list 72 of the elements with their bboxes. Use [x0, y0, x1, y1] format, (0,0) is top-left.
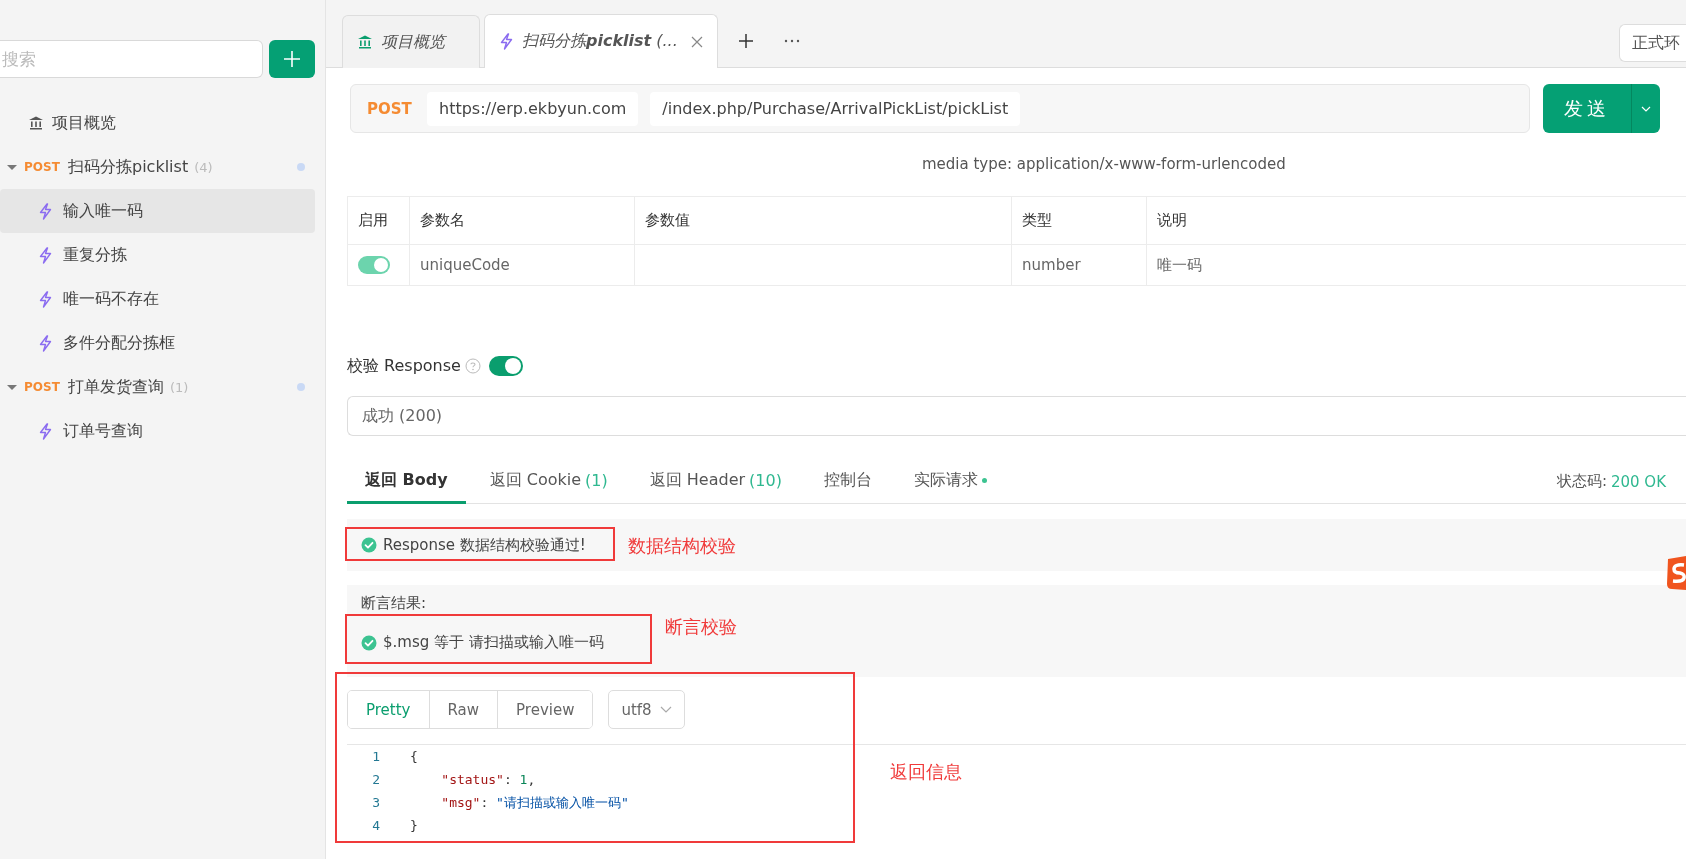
table-cell: uniqueCode — [410, 244, 635, 285]
line-number: 1 — [371, 749, 381, 764]
environment-select[interactable]: 正式环 — [1619, 24, 1686, 62]
lightning-icon — [38, 202, 53, 220]
column-header: 参数名 — [410, 197, 635, 244]
tree-item[interactable]: 项目概览 — [0, 101, 315, 145]
code-line: { — [410, 749, 418, 764]
item-count: (4) — [194, 159, 213, 175]
base-url-field[interactable]: https://erp.ekbyun.com — [427, 91, 639, 126]
toggle-switch[interactable] — [488, 356, 523, 376]
schema-check-text: Response 数据结构校验通过! — [383, 535, 586, 555]
item-count: (1) — [170, 379, 189, 395]
tab[interactable]: 返回 Body — [347, 460, 466, 504]
column-header: 说明 — [1147, 197, 1686, 244]
line-number: 4 — [371, 818, 381, 833]
search-field[interactable]: 搜索 — [0, 40, 264, 78]
status-dot — [297, 383, 305, 391]
help-icon — [464, 358, 481, 374]
lightning-icon — [38, 290, 53, 308]
column-header: 参数值 — [635, 197, 1012, 244]
assertion-title: 断言结果: — [361, 594, 427, 613]
assertion-text: $.msg 等于 请扫描或输入唯一码 — [383, 633, 604, 652]
validate-label: 校验 Response — [347, 355, 461, 377]
response-select[interactable]: 成功 (200) — [347, 396, 1686, 436]
code-line: "status": 1, — [440, 772, 536, 787]
tree-item[interactable]: 输入唯一码 — [0, 189, 315, 233]
tab[interactable]: 扫码分拣picklist (... — [484, 14, 718, 68]
lightning-icon — [38, 334, 53, 352]
status-label: 状态码: — [1556, 472, 1607, 491]
tab[interactable]: 返回 Header (10) — [631, 460, 800, 504]
close-icon — [691, 35, 703, 48]
tree-item[interactable]: 重复分拣 — [0, 233, 315, 277]
method-label: POST — [24, 160, 61, 174]
line-number: 3 — [371, 795, 381, 810]
media-type-text: media type: application/x-www-form-urlencoded — [922, 154, 1287, 175]
bank-icon — [28, 115, 44, 131]
tab[interactable]: 实际请求 — [895, 460, 1005, 504]
tab[interactable]: 返回 Cookie (1) — [471, 460, 626, 504]
tab[interactable]: 项目概览 — [342, 15, 480, 68]
path-field[interactable]: /index.php/Purchase/ArrivalPickList/pickList — [650, 91, 1021, 126]
line-number: 2 — [371, 772, 381, 787]
bank-icon — [357, 34, 373, 50]
chevron-down-icon — [1641, 105, 1651, 112]
code-line: } — [410, 818, 418, 833]
chevron-down-icon — [659, 706, 672, 713]
plus-icon — [282, 49, 303, 69]
method-label: POST — [24, 380, 61, 394]
status-dot — [297, 163, 305, 171]
add-button[interactable] — [269, 40, 315, 78]
lightning-icon — [38, 422, 53, 440]
status-value: 200 OK — [1610, 472, 1666, 491]
annotation-label: 断言校验 — [665, 615, 737, 639]
column-header: 启用 — [348, 197, 410, 244]
plus-icon — [738, 33, 754, 49]
tab[interactable]: 控制台 — [805, 460, 890, 504]
tree-item[interactable]: 多件分配分拣框 — [0, 321, 315, 365]
toggle-switch[interactable] — [358, 256, 390, 274]
more-icon — [784, 39, 800, 43]
lightning-icon — [38, 246, 53, 264]
folder-label[interactable]: 扫码分拣picklist — [68, 156, 189, 178]
annotation-label: 数据结构校验 — [628, 534, 736, 558]
column-header: 类型 — [1012, 197, 1147, 244]
annotation-label: 返回信息 — [890, 760, 962, 784]
code-line: "msg": "请扫描或输入唯一码" — [440, 793, 629, 812]
tree-item[interactable]: 唯一码不存在 — [0, 277, 315, 321]
tree-item[interactable]: 订单号查询 — [0, 409, 315, 453]
encoding-select[interactable]: utf8 — [608, 690, 685, 729]
table-cell: 唯一码 — [1147, 244, 1686, 285]
table-cell: number — [1012, 244, 1147, 285]
folder-label[interactable]: 打单发货查询 — [68, 376, 164, 398]
view-mode-button[interactable]: Pretty — [348, 691, 430, 728]
lightning-icon — [499, 33, 514, 50]
